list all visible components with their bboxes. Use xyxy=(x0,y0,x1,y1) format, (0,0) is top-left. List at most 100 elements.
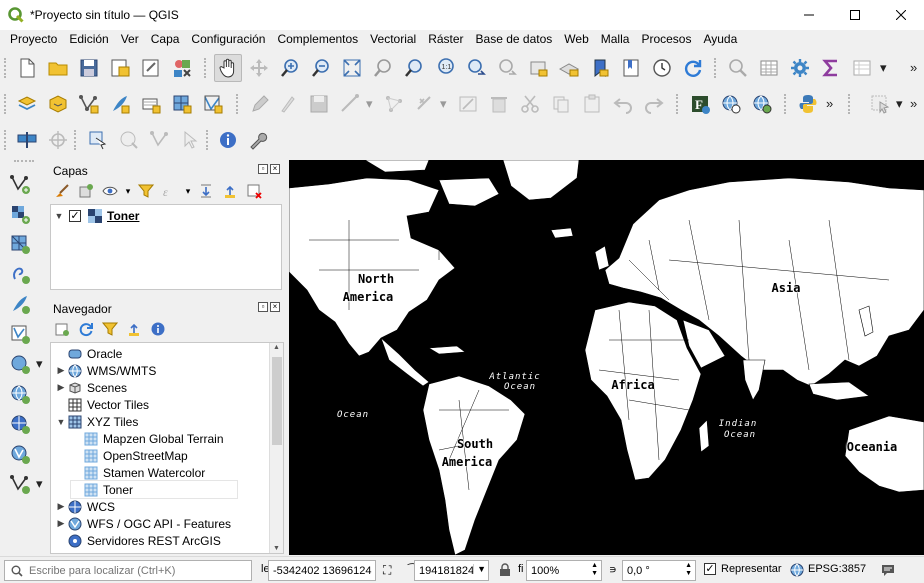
menu-item[interactable]: Malla xyxy=(595,32,636,46)
browser-item[interactable]: Mapzen Global Terrain xyxy=(71,430,224,447)
new-raster-button[interactable] xyxy=(168,90,196,118)
new-virtual-layer-button[interactable] xyxy=(199,90,227,118)
chevron-down-icon[interactable]: ▾ xyxy=(36,476,43,492)
new-shapefile-button[interactable] xyxy=(75,90,103,118)
close-button[interactable] xyxy=(878,0,924,30)
zoom-to-layer-button[interactable] xyxy=(400,54,428,82)
expand-arrow-icon[interactable]: ▶ xyxy=(55,365,67,376)
layer-visibility-checkbox[interactable]: ✓ xyxy=(69,209,81,222)
toolbar-grip[interactable] xyxy=(206,130,210,150)
new-3d-view-button[interactable] xyxy=(555,54,583,82)
statistical-summary-button[interactable] xyxy=(817,54,845,82)
browser-item[interactable]: OpenStreetMap xyxy=(71,447,188,464)
toolbar-grip[interactable] xyxy=(784,94,788,114)
collapse-browser-button[interactable] xyxy=(124,319,144,339)
browser-item[interactable]: Oracle xyxy=(55,345,122,362)
refresh-button[interactable] xyxy=(679,54,707,82)
show-attribute-tools-button[interactable] xyxy=(848,54,876,82)
new-spatialite-button[interactable] xyxy=(106,90,134,118)
toolbar-overflow-icon[interactable]: » xyxy=(910,96,917,111)
refresh-browser-button[interactable] xyxy=(76,319,96,339)
add-wfs-layer-button[interactable] xyxy=(6,410,34,438)
browser-item[interactable]: ▶ WFS / OGC API - Features xyxy=(55,515,232,532)
add-spatialite-layer-button[interactable] xyxy=(6,290,34,318)
maximize-button[interactable] xyxy=(832,0,878,30)
rotation-field[interactable]: 0,0 ° ▲ ▼ xyxy=(622,560,696,581)
about-button[interactable] xyxy=(214,126,242,154)
settings-button[interactable] xyxy=(244,126,272,154)
new-map-view-button[interactable] xyxy=(524,54,552,82)
remove-layer-button[interactable] xyxy=(244,181,264,201)
expand-all-button[interactable] xyxy=(196,181,216,201)
menu-item[interactable]: Web xyxy=(558,32,594,46)
layer-row[interactable]: ▼ ✓ Toner xyxy=(53,207,139,224)
redo-button[interactable] xyxy=(640,90,668,118)
browser-properties-button[interactable] xyxy=(148,319,168,339)
chevron-down-icon[interactable]: ▾ xyxy=(366,96,373,112)
chevron-down-icon[interactable]: ▾ xyxy=(184,181,192,201)
pan-to-selection-button[interactable] xyxy=(245,54,273,82)
crosshair-button[interactable] xyxy=(44,126,72,154)
vertex-tool-button[interactable] xyxy=(380,90,408,118)
filter-expression-button[interactable]: ε xyxy=(160,181,180,201)
browser-item[interactable]: ▶ WMS/WMTS xyxy=(55,362,157,379)
expand-arrow-icon[interactable]: ▶ xyxy=(55,501,67,512)
toolbar-overflow-icon[interactable]: » xyxy=(826,96,833,111)
current-edits-button[interactable] xyxy=(246,90,274,118)
zoom-native-button[interactable]: 1:1 xyxy=(431,54,459,82)
menu-item[interactable]: Ayuda xyxy=(697,32,743,46)
chevron-down-icon[interactable]: ▼ xyxy=(473,564,486,574)
cut-features-button[interactable] xyxy=(516,90,544,118)
zoom-last-button[interactable] xyxy=(462,54,490,82)
crs-label[interactable]: EPSG:3857 xyxy=(808,563,866,575)
menu-item[interactable]: Procesos xyxy=(635,32,697,46)
minimize-button[interactable] xyxy=(786,0,832,30)
temporal-controller-button[interactable] xyxy=(648,54,676,82)
zoom-to-selection-button[interactable] xyxy=(369,54,397,82)
crs-globe-icon[interactable] xyxy=(790,563,804,577)
new-temporary-layer-button[interactable] xyxy=(137,90,165,118)
toolbar-grip[interactable] xyxy=(14,160,34,164)
expand-arrow-icon[interactable]: ▶ xyxy=(55,382,67,393)
browser-item[interactable]: ▶ WCS xyxy=(55,498,115,515)
toolbar-grip[interactable] xyxy=(4,58,8,78)
toolbar-grip[interactable] xyxy=(676,94,680,114)
save-edits-button[interactable] xyxy=(305,90,333,118)
zoom-in-button[interactable] xyxy=(276,54,304,82)
messages-icon[interactable] xyxy=(880,562,896,578)
new-print-layout-button[interactable] xyxy=(106,54,134,82)
chevron-down-icon[interactable]: ▾ xyxy=(896,96,903,112)
menu-item[interactable]: Base de datos xyxy=(470,32,559,46)
browser-item[interactable]: Stamen Watercolor xyxy=(71,464,205,481)
filter-legend-button[interactable] xyxy=(136,181,156,201)
select-location-button[interactable] xyxy=(84,126,112,154)
chevron-down-icon[interactable]: ▾ xyxy=(880,60,887,76)
add-raster-layer-button[interactable] xyxy=(6,200,34,228)
field-calculator-button[interactable]: F xyxy=(686,90,714,118)
browser-item[interactable]: Toner xyxy=(70,480,238,499)
new-bookmark-button[interactable] xyxy=(586,54,614,82)
toolbar-grip[interactable] xyxy=(4,94,8,114)
toolbar-grip[interactable] xyxy=(714,58,718,78)
pointer-tool-button[interactable] xyxy=(177,126,205,154)
scroll-up-icon[interactable]: ▲ xyxy=(273,344,280,351)
manage-visibility-button[interactable] xyxy=(100,181,120,201)
zoom-next-button[interactable] xyxy=(493,54,521,82)
menu-item[interactable]: Ver xyxy=(115,32,145,46)
spin-arrows-icon[interactable]: ▲ ▼ xyxy=(591,562,598,578)
toolbar-grip[interactable] xyxy=(74,130,78,150)
new-geopackage-button[interactable] xyxy=(44,90,72,118)
copy-features-button[interactable] xyxy=(547,90,575,118)
add-wms-layer-button[interactable] xyxy=(6,350,34,378)
add-group-button[interactable] xyxy=(76,181,96,201)
chevron-down-icon[interactable]: ▾ xyxy=(36,356,43,372)
layout-manager-button[interactable] xyxy=(137,54,165,82)
add-selected-layers-button[interactable] xyxy=(52,319,72,339)
zoom-out-button[interactable] xyxy=(307,54,335,82)
python-console-button[interactable] xyxy=(794,90,822,118)
spin-arrows-icon[interactable]: ▲ ▼ xyxy=(685,562,692,578)
paste-features-button[interactable] xyxy=(578,90,606,118)
style-panel-button[interactable] xyxy=(52,181,72,201)
scroll-down-icon[interactable]: ▼ xyxy=(273,545,280,552)
menu-item[interactable]: Edición xyxy=(63,32,114,46)
